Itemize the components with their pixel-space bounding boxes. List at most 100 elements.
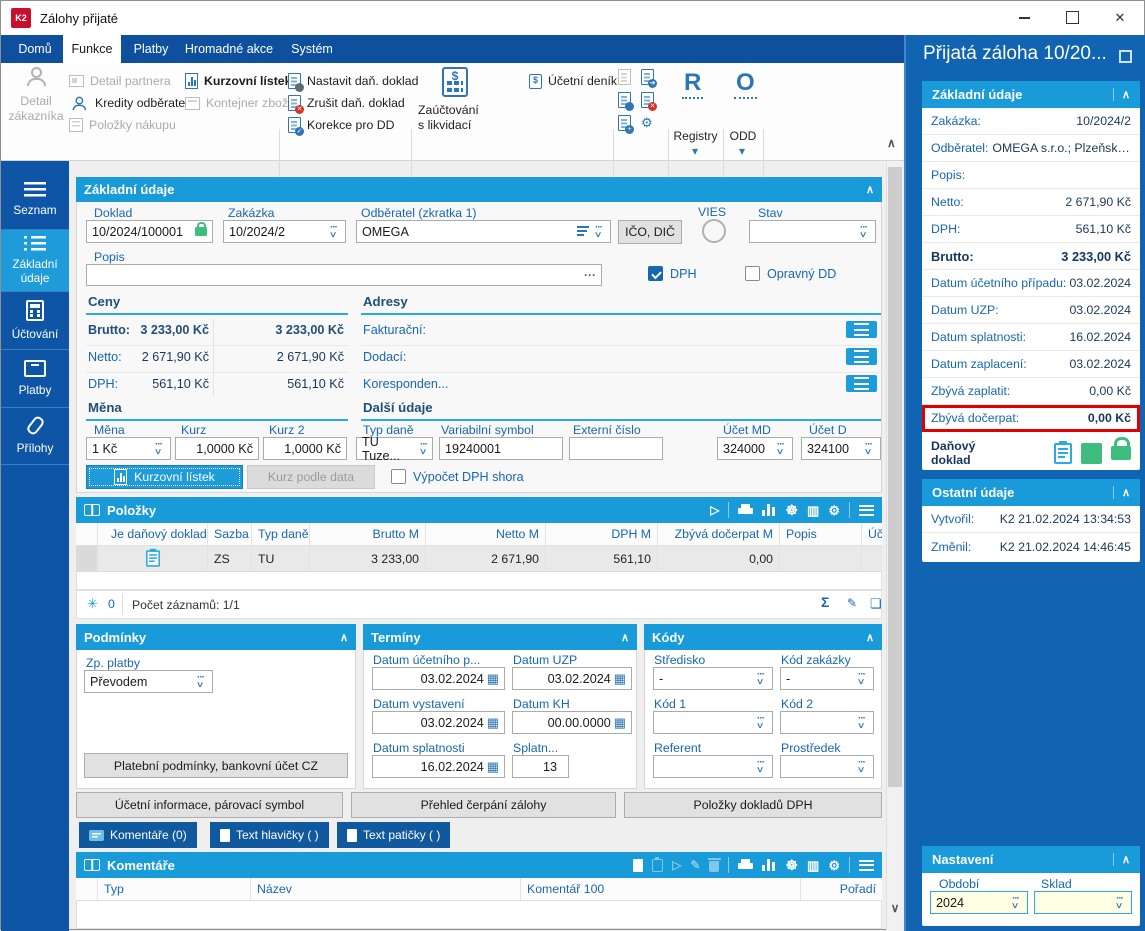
calendar-icon[interactable] bbox=[487, 672, 499, 685]
zakazka-field[interactable]: 10/2024/2 bbox=[223, 220, 346, 243]
more-icon[interactable] bbox=[584, 269, 596, 281]
dropdown-icon[interactable] bbox=[754, 672, 767, 685]
zrusit-dan-doklad-button[interactable]: ✕ Zrušit daň. doklad bbox=[288, 94, 405, 114]
columns-icon[interactable] bbox=[807, 859, 819, 872]
kurz-field[interactable]: 1,0000 Kč bbox=[175, 437, 259, 460]
sidebar-item-prilohy[interactable]: Přílohy bbox=[1, 407, 69, 465]
externi-cislo-field[interactable] bbox=[569, 437, 663, 460]
korekce-pro-dd-button[interactable]: ✓ Korekce pro DD bbox=[288, 116, 394, 136]
nastavit-dan-doklad-button[interactable]: Nastavit daň. doklad bbox=[288, 72, 418, 92]
calendar-icon[interactable] bbox=[487, 716, 499, 729]
kurzovni-listek-button[interactable]: Kurzovní lístek bbox=[86, 465, 243, 489]
partner-stack-icon[interactable] bbox=[577, 226, 589, 237]
splatnost-field[interactable]: 13 bbox=[512, 755, 569, 778]
col-komentar[interactable]: Komentář 100 bbox=[521, 878, 801, 900]
tab-text-hlavicky[interactable]: Text hlavičky ( ) bbox=[210, 822, 329, 848]
doc-add-icon[interactable]: + bbox=[618, 115, 634, 134]
ucetni-informace-button[interactable]: Účetní informace, párovací symbol bbox=[76, 792, 343, 818]
zp-platby-field[interactable]: Převodem bbox=[84, 670, 213, 693]
dodaci-address-menu-button[interactable] bbox=[846, 348, 877, 365]
menu-icon[interactable] bbox=[859, 504, 874, 516]
tab-system[interactable]: Systém bbox=[283, 35, 341, 63]
collapse-section-icon[interactable] bbox=[866, 631, 874, 644]
polozky-row[interactable]: ZS TU 3 233,00 2 671,90 561,10 0,00 bbox=[76, 546, 882, 572]
collapse-section-icon[interactable] bbox=[1112, 853, 1130, 866]
dropdown-icon[interactable] bbox=[855, 760, 868, 773]
calendar-icon[interactable] bbox=[614, 672, 626, 685]
datum-kh-field[interactable]: 00.00.0000 bbox=[512, 711, 632, 734]
close-button[interactable] bbox=[1097, 1, 1143, 34]
tab-komentare[interactable]: Komentáře (0) bbox=[79, 822, 197, 848]
stredisko-field[interactable]: - bbox=[653, 667, 773, 690]
scroll-down-button[interactable] bbox=[886, 897, 904, 919]
collapse-section-icon[interactable] bbox=[621, 631, 629, 644]
collapse-section-icon[interactable] bbox=[1112, 88, 1130, 101]
kredity-odberatele-button[interactable]: Kredity odběratele bbox=[69, 94, 195, 112]
tab-domu[interactable]: Domů bbox=[9, 35, 61, 63]
opravny-dd-checkbox[interactable] bbox=[745, 266, 760, 281]
dropdown-icon[interactable] bbox=[194, 675, 207, 688]
calendar-icon[interactable] bbox=[487, 760, 499, 773]
variabilni-symbol-field[interactable]: 19240001 bbox=[439, 437, 563, 460]
col-ucet[interactable]: Účet bbox=[862, 523, 882, 545]
datum-uzp-field[interactable]: 03.02.2024 bbox=[512, 667, 632, 690]
sklad-field[interactable] bbox=[1034, 891, 1132, 914]
sidebar-item-seznam[interactable]: Seznam bbox=[1, 171, 69, 229]
stav-field[interactable] bbox=[749, 220, 876, 243]
minimize-button[interactable] bbox=[1001, 1, 1047, 34]
sidebar-item-uctovani[interactable]: Účtování bbox=[1, 291, 69, 349]
datum-vystaveni-field[interactable]: 03.02.2024 bbox=[372, 711, 505, 734]
kurz2-field[interactable]: 1,0000 Kč bbox=[263, 437, 347, 460]
maximize-button[interactable] bbox=[1049, 1, 1095, 34]
datum-ucetniho-field[interactable]: 03.02.2024 bbox=[372, 667, 505, 690]
mena-field[interactable]: 1 Kč bbox=[86, 437, 171, 460]
doklad-field[interactable]: 10/2024/100001 bbox=[86, 220, 213, 243]
doc-forward-icon[interactable]: ➔ bbox=[641, 69, 657, 88]
process-wheel-icon[interactable] bbox=[785, 503, 798, 517]
copy-add-icon[interactable] bbox=[870, 597, 882, 610]
tab-funkce[interactable]: Funkce bbox=[63, 35, 121, 63]
typ-dane-field[interactable]: TU Tuze... bbox=[356, 435, 433, 463]
kod-zakazky-field[interactable]: - bbox=[780, 667, 874, 690]
new-doc-icon[interactable] bbox=[633, 858, 644, 872]
ucet-d-field[interactable]: 324100 bbox=[801, 437, 881, 460]
doc-search-icon[interactable] bbox=[618, 92, 634, 111]
dropdown-icon[interactable] bbox=[1009, 896, 1022, 909]
chart-icon[interactable] bbox=[762, 504, 777, 516]
sum-icon[interactable] bbox=[821, 595, 829, 609]
col-poradi[interactable]: Pořadí bbox=[801, 878, 882, 900]
ucetni-denik-button[interactable]: Účetní deník bbox=[529, 72, 617, 90]
dropdown-icon[interactable] bbox=[592, 225, 605, 238]
collapse-ribbon-icon[interactable] bbox=[887, 137, 896, 149]
odberatel-field[interactable]: OMEGA bbox=[356, 220, 611, 243]
gear-icon[interactable] bbox=[828, 859, 840, 872]
chart-icon[interactable] bbox=[762, 859, 777, 871]
prostredek-field[interactable] bbox=[780, 755, 874, 778]
dropdown-icon[interactable] bbox=[855, 672, 868, 685]
menu-icon[interactable] bbox=[859, 859, 874, 871]
polozky-dokladu-dph-button[interactable]: Položky dokladů DPH bbox=[624, 792, 882, 818]
kod2-field[interactable] bbox=[780, 711, 874, 734]
col-popis[interactable]: Popis bbox=[780, 523, 862, 545]
kurzovni-listek-ribbon-button[interactable]: Kurzovní lístek bbox=[185, 72, 291, 90]
col-nazev[interactable]: Název bbox=[251, 878, 521, 900]
referent-field[interactable] bbox=[653, 755, 773, 778]
open-external-icon[interactable] bbox=[1119, 50, 1132, 63]
datum-splatnosti-field[interactable]: 16.02.2024 bbox=[372, 755, 505, 778]
print-icon[interactable] bbox=[738, 859, 754, 871]
collapse-section-icon[interactable] bbox=[340, 631, 348, 644]
dropdown-icon[interactable] bbox=[774, 442, 787, 455]
doc-remove-icon[interactable]: ✕ bbox=[641, 92, 657, 111]
vypocet-dph-shora-checkbox[interactable] bbox=[391, 469, 406, 484]
dropdown-icon[interactable] bbox=[754, 760, 767, 773]
korespondencni-address-menu-button[interactable] bbox=[846, 375, 877, 392]
sidebar-item-platby[interactable]: Platby bbox=[1, 349, 69, 407]
dropdown-icon[interactable] bbox=[754, 716, 767, 729]
col-typ[interactable]: Typ bbox=[98, 878, 251, 900]
edit-icon[interactable] bbox=[847, 597, 857, 609]
run-icon[interactable] bbox=[710, 504, 719, 516]
dropdown-icon[interactable] bbox=[862, 442, 875, 455]
dropdown-icon[interactable] bbox=[1113, 896, 1126, 909]
kod1-field[interactable] bbox=[653, 711, 773, 734]
obdobi-field[interactable]: 2024 bbox=[930, 891, 1028, 914]
